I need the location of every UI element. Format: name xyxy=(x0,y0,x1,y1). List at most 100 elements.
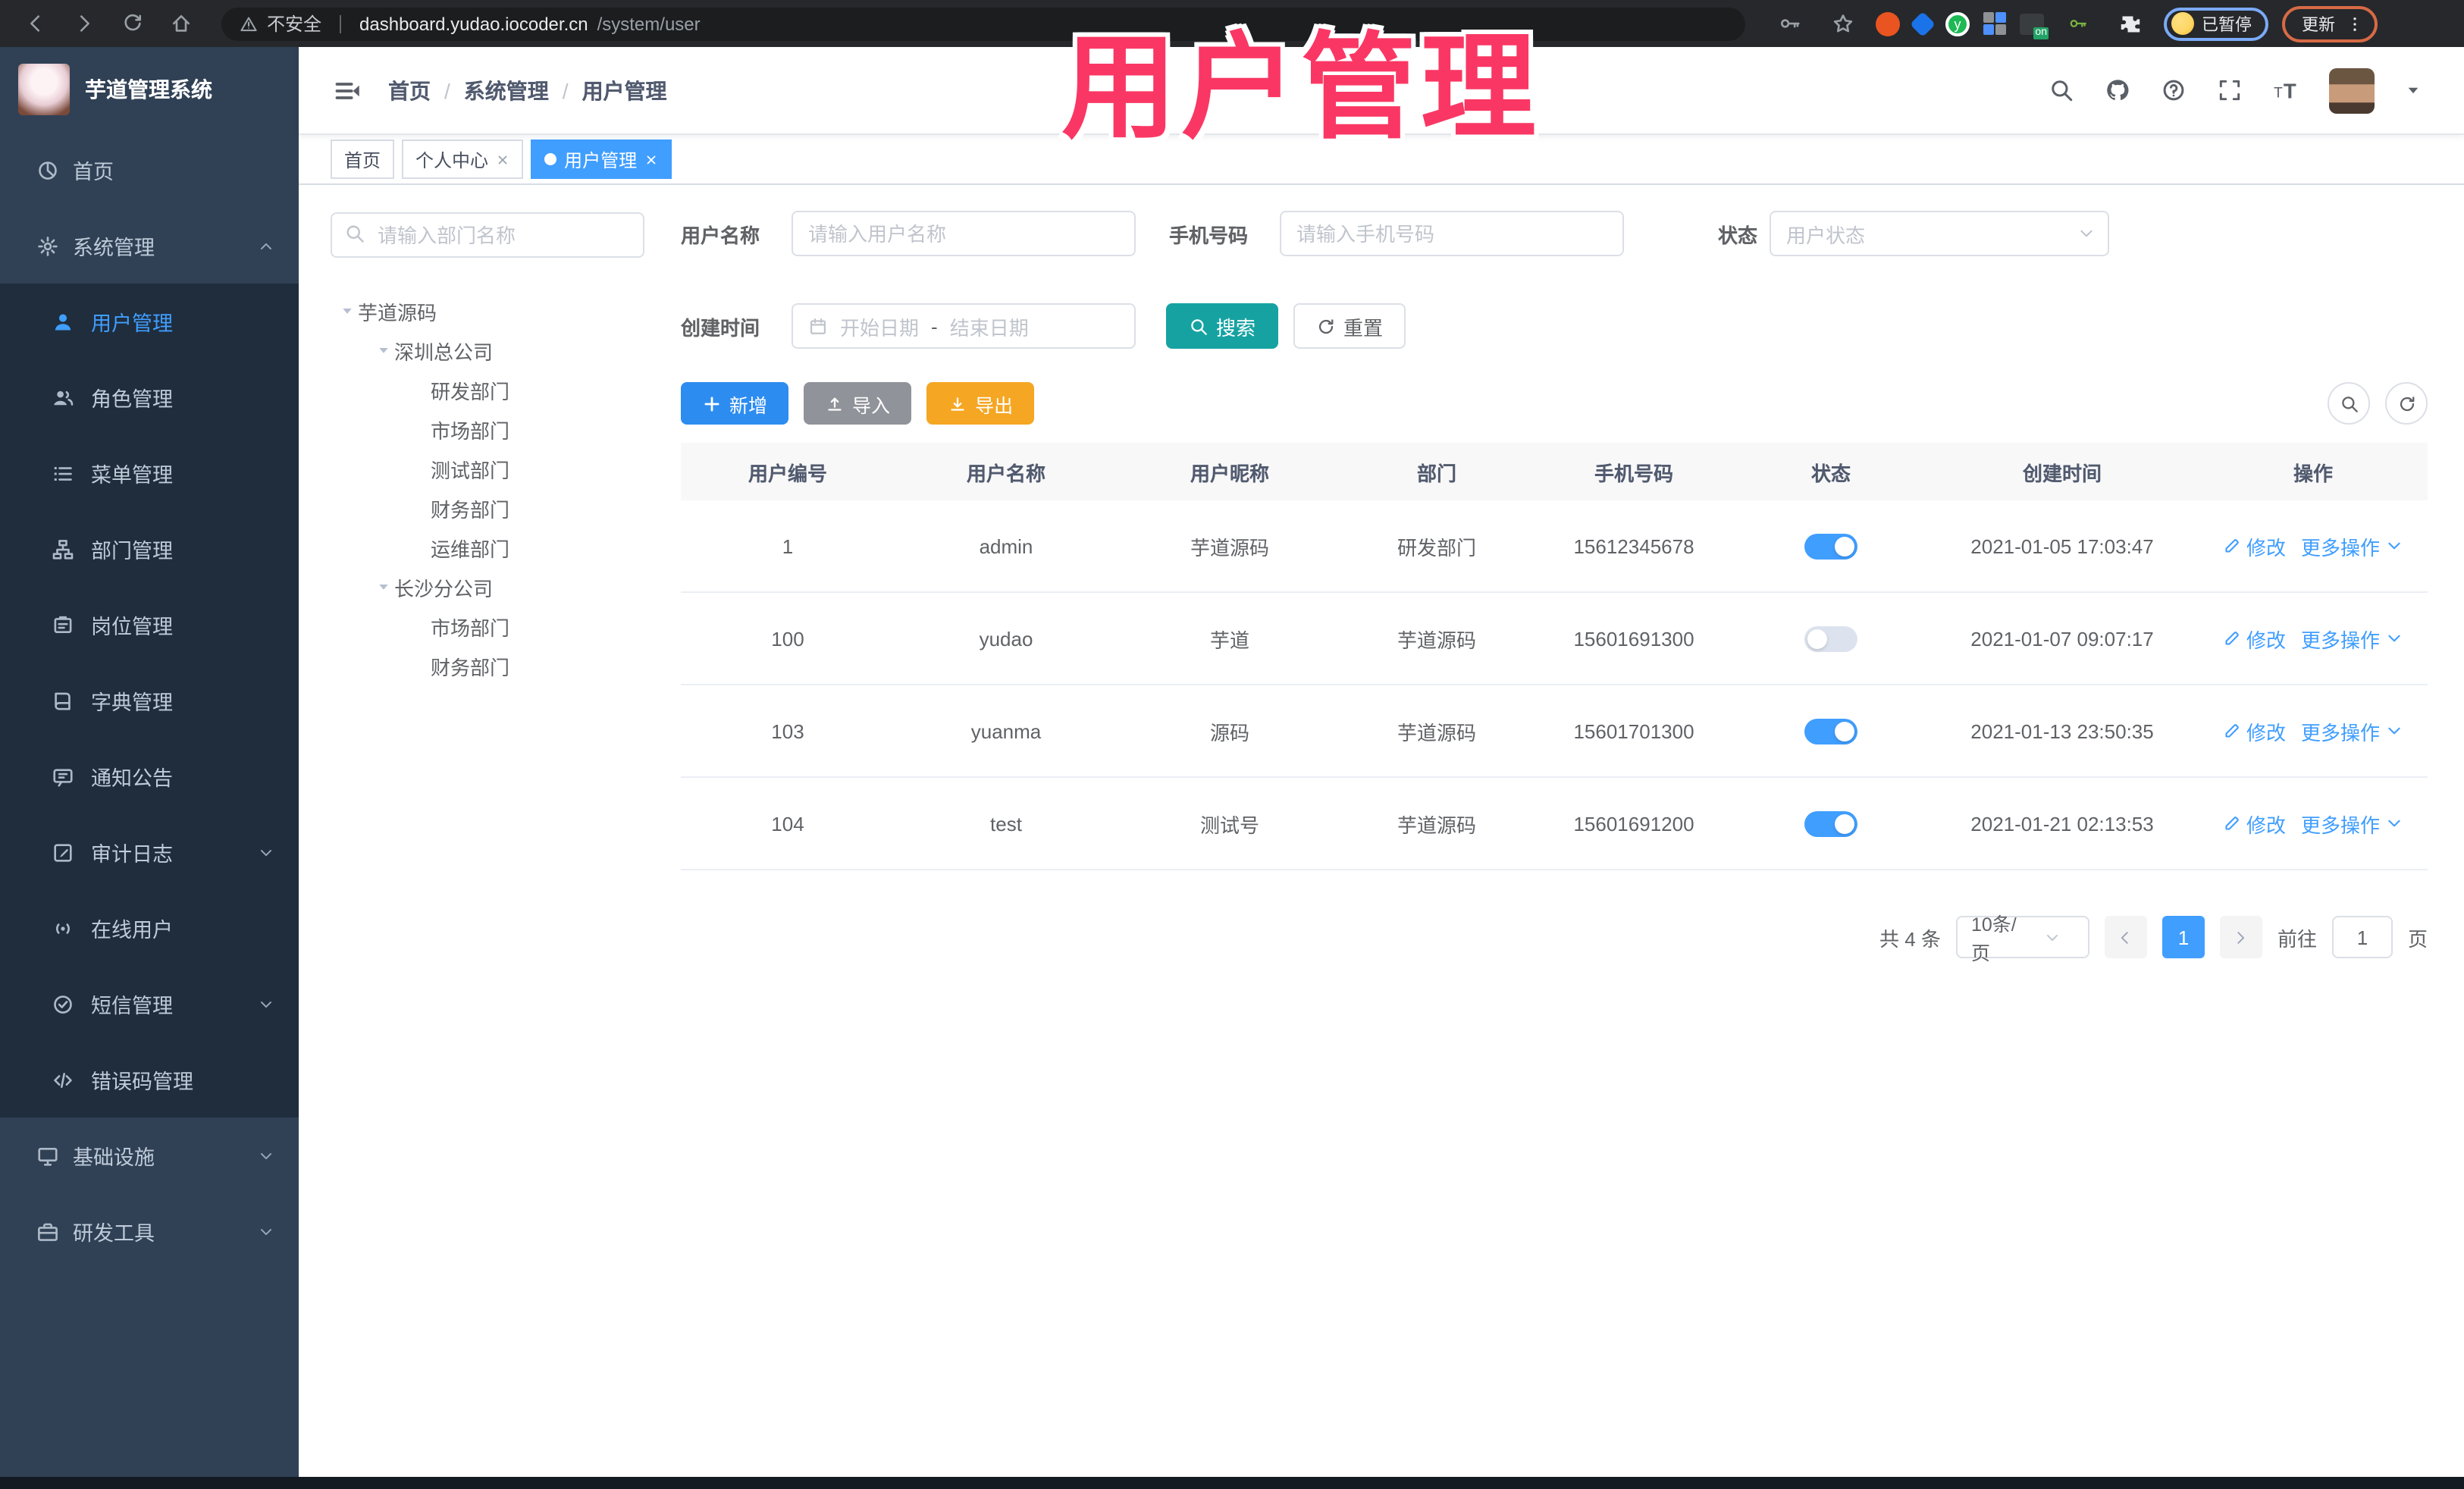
user-avatar[interactable] xyxy=(2329,67,2375,113)
goto-page-input[interactable] xyxy=(2331,916,2393,958)
sidebar-item[interactable]: 研发工具 xyxy=(0,1193,299,1269)
fullscreen-icon[interactable] xyxy=(2217,77,2243,103)
help-icon[interactable] xyxy=(2161,77,2187,103)
tree-node[interactable]: 长沙分公司 xyxy=(331,567,644,607)
collapse-sidebar-icon[interactable] xyxy=(334,77,361,104)
tree-node[interactable]: 运维部门 xyxy=(331,528,644,567)
refresh-table-icon-button[interactable] xyxy=(2385,382,2428,425)
sidebar-item[interactable]: 首页 xyxy=(0,132,299,208)
close-tab-icon[interactable] xyxy=(644,152,658,166)
status-toggle[interactable] xyxy=(1804,625,1857,651)
browser-home-icon[interactable] xyxy=(161,4,200,43)
font-size-icon[interactable]: TT xyxy=(2273,77,2299,103)
extensions-puzzle-icon[interactable] xyxy=(2111,4,2150,43)
extension-icon-orange[interactable] xyxy=(1876,11,1900,36)
browser-profile-badge[interactable]: 已暂停 xyxy=(2164,7,2268,40)
more-actions-link[interactable]: 更多操作 xyxy=(2301,809,2403,838)
breadcrumb-item[interactable]: 系统管理 xyxy=(431,75,549,105)
bookmark-star-icon[interactable] xyxy=(1823,4,1862,43)
close-tab-icon[interactable] xyxy=(496,152,509,166)
extension-icon-blue[interactable] xyxy=(1910,11,1936,36)
sidebar-item[interactable]: 角色管理 xyxy=(0,359,299,435)
extension-icon-green-key[interactable] xyxy=(2058,4,2097,43)
username-label: 用户名称 xyxy=(681,224,760,246)
tree-node[interactable]: 测试部门 xyxy=(331,449,644,488)
warning-icon xyxy=(240,14,258,33)
cell-mobile: 15601691200 xyxy=(1573,812,1694,835)
import-button[interactable]: 导入 xyxy=(804,382,912,425)
sidebar-item[interactable]: 审计日志 xyxy=(0,814,299,890)
header-search-icon[interactable] xyxy=(2049,77,2074,103)
address-bar[interactable]: 不安全 dashboard.yudao.iocoder.cn/system/us… xyxy=(221,7,1745,40)
show-search-icon-button[interactable] xyxy=(2328,382,2370,425)
tree-node[interactable]: 市场部门 xyxy=(331,409,644,449)
breadcrumb-item[interactable]: 首页 xyxy=(388,75,431,105)
sidebar-item[interactable]: 系统管理 xyxy=(0,208,299,284)
status-toggle[interactable] xyxy=(1804,810,1857,836)
tree-node-label: 财务部门 xyxy=(431,498,510,521)
extension-icon-green-y[interactable]: y xyxy=(1945,11,1970,36)
username-input[interactable] xyxy=(792,211,1136,256)
tree-node[interactable]: 财务部门 xyxy=(331,488,644,528)
caret-down-icon[interactable] xyxy=(337,303,358,318)
sidebar-item[interactable]: 岗位管理 xyxy=(0,587,299,663)
tag-view-tab[interactable]: 个人中心 xyxy=(402,139,524,179)
status-select[interactable]: 用户状态 xyxy=(1770,211,2110,256)
sidebar-item[interactable]: 基础设施 xyxy=(0,1118,299,1193)
more-actions-link[interactable]: 更多操作 xyxy=(2301,624,2403,653)
sidebar-item[interactable]: 部门管理 xyxy=(0,511,299,587)
page-size-select[interactable]: 10条/页 xyxy=(1955,914,2089,964)
export-button[interactable]: 导出 xyxy=(926,382,1035,425)
sidebar-item[interactable]: 字典管理 xyxy=(0,663,299,738)
status-toggle[interactable] xyxy=(1804,718,1857,744)
avatar-caret-down-icon[interactable] xyxy=(2405,82,2422,99)
tree-node[interactable]: 市场部门 xyxy=(331,607,644,646)
edit-link[interactable]: 修改 xyxy=(2224,809,2286,838)
search-button[interactable]: 搜索 xyxy=(1166,303,1279,349)
tree-node[interactable]: 研发部门 xyxy=(331,370,644,409)
edit-link[interactable]: 修改 xyxy=(2224,531,2286,560)
add-button[interactable]: 新增 xyxy=(681,382,789,425)
sidebar-item[interactable]: 通知公告 xyxy=(0,738,299,814)
logo[interactable]: 芋道管理系统 xyxy=(0,47,299,132)
svg-text:T: T xyxy=(2284,80,2296,103)
tag-view-tab[interactable]: 用户管理 xyxy=(531,139,672,179)
date-range-picker[interactable]: 开始日期 - 结束日期 xyxy=(792,303,1136,349)
browser-forward-icon[interactable] xyxy=(64,4,103,43)
url-path: /system/user xyxy=(597,13,701,34)
browser-menu-dots-icon[interactable] xyxy=(2346,14,2364,33)
caret-down-icon[interactable] xyxy=(373,343,394,358)
prev-page-button[interactable] xyxy=(2104,916,2147,958)
extension-icon-grid[interactable] xyxy=(1983,12,2006,35)
status-toggle[interactable] xyxy=(1804,533,1857,559)
extension-icon-on-badge[interactable]: on xyxy=(2020,13,2049,39)
edit-link[interactable]: 修改 xyxy=(2224,624,2286,653)
sidebar-item[interactable]: 用户管理 xyxy=(0,284,299,359)
browser-reload-icon[interactable] xyxy=(112,4,152,43)
more-actions-link[interactable]: 更多操作 xyxy=(2301,531,2403,560)
key-icon[interactable] xyxy=(1770,4,1809,43)
next-page-button[interactable] xyxy=(2219,916,2262,958)
breadcrumb-item[interactable]: 用户管理 xyxy=(549,75,667,105)
sidebar-item[interactable]: 菜单管理 xyxy=(0,435,299,511)
reset-button[interactable]: 重置 xyxy=(1293,303,1406,349)
browser-back-icon[interactable] xyxy=(15,4,55,43)
app-header: 首页系统管理用户管理 TT xyxy=(299,47,2464,135)
mobile-input[interactable] xyxy=(1280,211,1624,256)
current-page-button[interactable]: 1 xyxy=(2161,916,2205,958)
tree-node[interactable]: 财务部门 xyxy=(331,646,644,685)
browser-update-button[interactable]: 更新 xyxy=(2282,5,2378,42)
more-actions-link[interactable]: 更多操作 xyxy=(2301,716,2403,745)
sidebar-item[interactable]: 错误码管理 xyxy=(0,1042,299,1118)
tree-node[interactable]: 芋道源码 xyxy=(331,291,644,331)
caret-down-icon[interactable] xyxy=(373,579,394,594)
dept-search-input[interactable] xyxy=(331,212,644,258)
github-icon[interactable] xyxy=(2105,77,2130,103)
sidebar-item-label: 审计日志 xyxy=(91,843,173,866)
sidebar-item[interactable]: 在线用户 xyxy=(0,890,299,966)
sidebar-item-label: 字典管理 xyxy=(91,691,173,714)
sidebar-item[interactable]: 短信管理 xyxy=(0,966,299,1042)
tree-node[interactable]: 深圳总公司 xyxy=(331,331,644,370)
edit-link[interactable]: 修改 xyxy=(2224,716,2286,745)
tag-view-tab[interactable]: 首页 xyxy=(331,139,395,179)
